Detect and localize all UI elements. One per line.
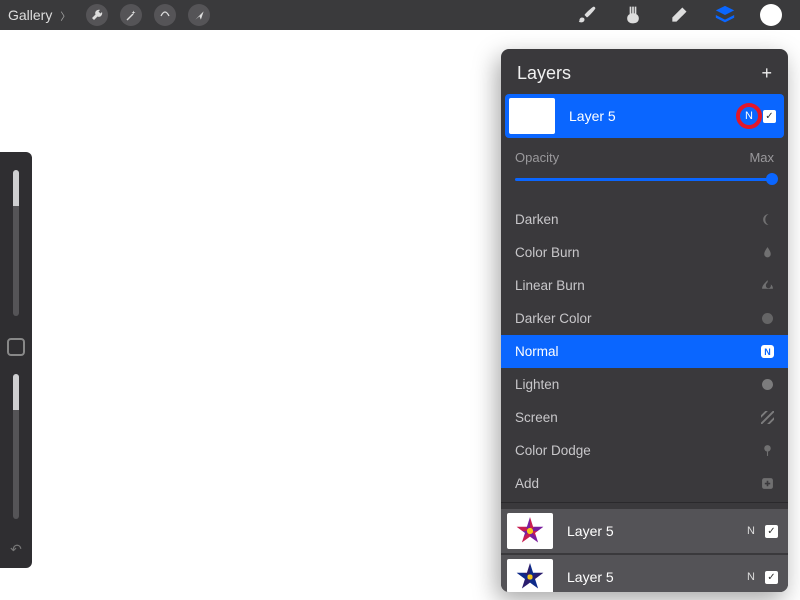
layer-thumbnail [507, 513, 553, 549]
flame-icon [760, 279, 774, 293]
lollipop-icon [760, 444, 774, 458]
wand-icon[interactable] [120, 4, 142, 26]
dot-icon [760, 378, 774, 392]
plus-square-icon [760, 477, 774, 491]
blend-mode-screen[interactable]: Screen [501, 401, 788, 434]
layer-visibility-checkbox[interactable]: ✓ [765, 525, 778, 538]
layers-icon[interactable] [714, 4, 736, 26]
blend-mode-label: Color Burn [515, 245, 580, 260]
blend-mode-darken[interactable]: Darken [501, 203, 788, 236]
brush-icon[interactable] [576, 4, 598, 26]
blend-mode-label: Linear Burn [515, 278, 585, 293]
opacity-label: Opacity [515, 150, 559, 165]
layers-panel-header: Layers + [501, 49, 788, 94]
layer-thumbnail [507, 559, 553, 592]
layer-name: Layer 5 [569, 108, 745, 124]
blend-mode-letter[interactable]: N [747, 571, 755, 583]
blend-mode-darker-color[interactable]: Darker Color [501, 302, 788, 335]
layer-name: Layer 5 [567, 523, 747, 539]
layer-row[interactable]: Layer 5 N ✓ [501, 555, 788, 592]
layer-visibility-checkbox[interactable]: ✓ [763, 110, 776, 123]
blend-mode-color-burn[interactable]: Color Burn [501, 236, 788, 269]
blend-mode-label: Color Dodge [515, 443, 591, 458]
undo-icon[interactable]: ↶ [10, 541, 22, 558]
opacity-slider-control[interactable] [515, 169, 774, 189]
top-toolbar: Gallery 〉 [0, 0, 800, 30]
blend-mode-lighten[interactable]: Lighten [501, 368, 788, 401]
blend-mode-label: Darker Color [515, 311, 592, 326]
chevron-right-icon: 〉 [60, 8, 70, 23]
blend-mode-normal[interactable]: Normal N [501, 335, 788, 368]
blend-mode-label: Screen [515, 410, 558, 425]
blend-mode-label: Normal [515, 344, 559, 359]
dot-icon [760, 312, 774, 326]
layer-name: Layer 5 [567, 569, 747, 585]
blend-mode-letter[interactable]: N [747, 525, 755, 537]
blend-mode-letter[interactable]: N [745, 110, 753, 122]
layer-row[interactable]: Layer 5 N ✓ [501, 509, 788, 553]
blend-mode-label: Darken [515, 212, 559, 227]
add-layer-button[interactable]: + [761, 63, 772, 84]
opacity-section: Opacity Max [501, 138, 788, 195]
normal-badge-icon: N [761, 345, 774, 358]
blend-mode-label: Add [515, 476, 539, 491]
wrench-icon[interactable] [86, 4, 108, 26]
layer-visibility-checkbox[interactable]: ✓ [765, 571, 778, 584]
blend-mode-label: Lighten [515, 377, 559, 392]
layer-thumbnail [509, 98, 555, 134]
modifier-button[interactable] [7, 338, 25, 356]
moon-icon [760, 213, 774, 227]
transform-arrow-icon[interactable] [188, 4, 210, 26]
blend-mode-add[interactable]: Add [501, 467, 788, 500]
layers-panel: Layers + Layer 5 N ✓ Opacity Max Darken … [501, 49, 788, 592]
eraser-icon[interactable] [668, 4, 690, 26]
smudge-icon[interactable] [622, 4, 644, 26]
brush-size-slider[interactable] [13, 170, 19, 316]
hatch-icon [760, 411, 774, 425]
blend-mode-color-dodge[interactable]: Color Dodge [501, 434, 788, 467]
side-toolbar: ↶ [0, 152, 32, 568]
drop-icon [760, 246, 774, 260]
opacity-value: Max [749, 150, 774, 165]
color-swatch[interactable] [760, 4, 782, 26]
blend-mode-linear-burn[interactable]: Linear Burn [501, 269, 788, 302]
gallery-button[interactable]: Gallery [8, 7, 52, 23]
layer-row-selected[interactable]: Layer 5 N ✓ [505, 94, 784, 138]
selection-tool-icon[interactable] [154, 4, 176, 26]
blend-mode-list: Darken Color Burn Linear Burn Darker Col… [501, 203, 788, 500]
opacity-slider[interactable] [13, 374, 19, 520]
panel-title: Layers [517, 63, 571, 84]
